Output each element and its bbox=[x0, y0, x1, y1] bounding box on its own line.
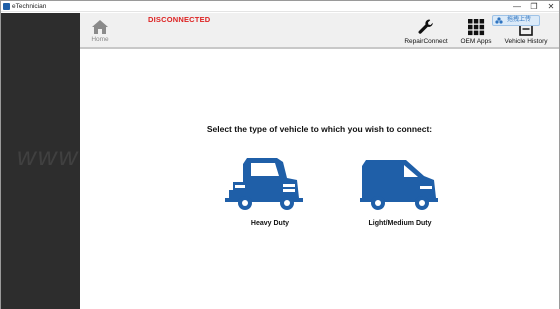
window-title: eTechnician bbox=[12, 3, 47, 10]
minimize-button[interactable]: — bbox=[509, 1, 525, 12]
connection-status: DISCONNECTED bbox=[148, 15, 211, 24]
repairconnect-label: RepairConnect bbox=[404, 38, 448, 45]
repairconnect-button[interactable]: RepairConnect bbox=[402, 18, 450, 45]
wrench-icon bbox=[418, 19, 433, 34]
oem-apps-label: OEM Apps bbox=[460, 38, 492, 45]
restore-button[interactable]: ❐ bbox=[526, 1, 542, 12]
app-logo-icon bbox=[3, 3, 10, 10]
light-medium-duty-option[interactable]: Light/Medium Duty bbox=[350, 154, 450, 227]
close-button[interactable]: ✕ bbox=[543, 1, 559, 12]
apps-grid-icon bbox=[468, 19, 485, 36]
home-icon bbox=[92, 20, 108, 34]
home-label: Home bbox=[91, 36, 109, 43]
oem-apps-button[interactable]: OEM Apps bbox=[458, 18, 494, 45]
heavy-duty-option[interactable]: Heavy Duty bbox=[220, 154, 320, 227]
title-bar: eTechnician — ❐ ✕ bbox=[1, 1, 559, 12]
main-content: Select the type of vehicle to which you … bbox=[80, 51, 559, 309]
heavy-duty-label: Heavy Duty bbox=[250, 220, 290, 227]
light-medium-duty-label: Light/Medium Duty bbox=[368, 220, 432, 227]
toolbar: Home DISCONNECTED RepairConnect OEM Apps… bbox=[80, 13, 559, 49]
vehicle-history-label: Vehicle History bbox=[504, 38, 548, 45]
upload-badge[interactable]: 拖拽上传 bbox=[492, 15, 540, 26]
sidebar bbox=[1, 13, 80, 309]
home-button[interactable]: Home bbox=[88, 19, 112, 47]
heavy-duty-truck-icon bbox=[225, 158, 303, 210]
cloud-icon bbox=[495, 17, 503, 24]
app-window: eTechnician — ❐ ✕ Home DISCONNECTED Repa… bbox=[0, 0, 560, 309]
connect-prompt: Select the type of vehicle to which you … bbox=[206, 124, 433, 134]
van-icon bbox=[360, 160, 438, 210]
upload-badge-label: 拖拽上传 bbox=[507, 17, 532, 23]
